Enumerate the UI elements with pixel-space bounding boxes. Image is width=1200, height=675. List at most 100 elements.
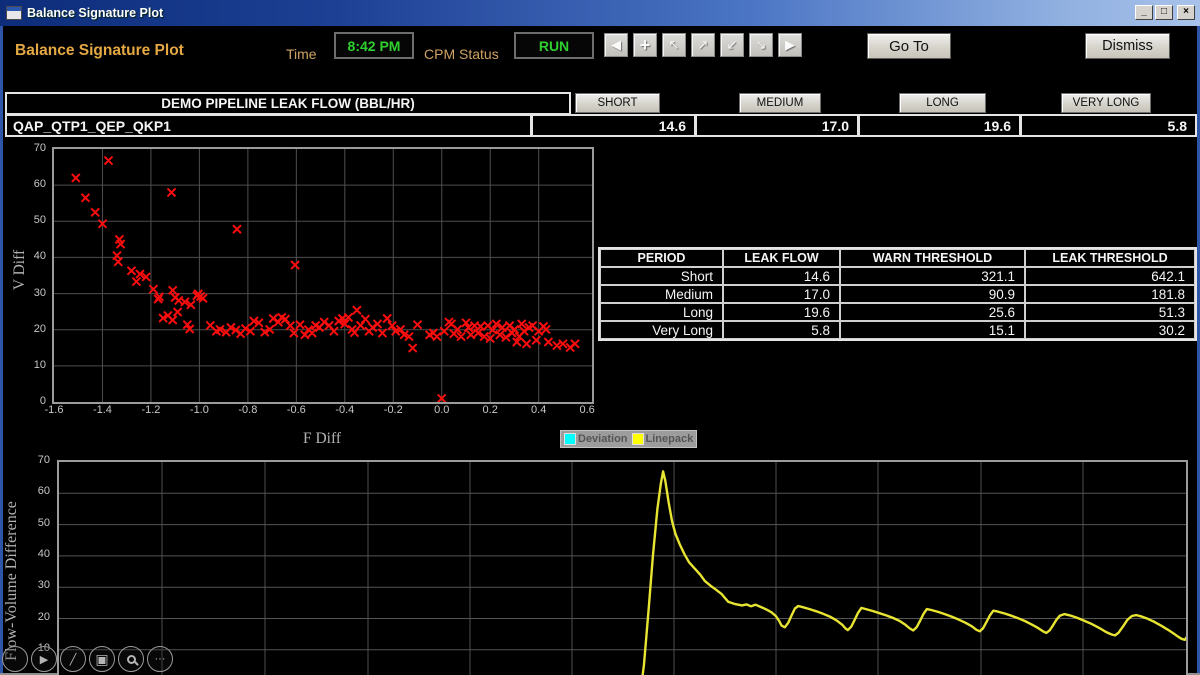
banner-value-0: 14.6	[532, 114, 696, 137]
trend-ytick-40: 40	[24, 548, 50, 560]
scatter-xtick--0.8: -0.8	[228, 404, 268, 416]
title-bar[interactable]: Balance Signature Plot _ □ ×	[0, 0, 1200, 26]
trend-ytick-30: 30	[24, 579, 50, 591]
chart-legend: Deviation Linepack	[560, 430, 697, 448]
arrow-down-right-button[interactable]: ↘	[749, 33, 773, 57]
threshold-cell-3-0: Very Long	[600, 321, 723, 339]
scatter-xtick--0.4: -0.4	[325, 404, 365, 416]
pen-toolbar-button[interactable]: ╱	[60, 646, 86, 672]
threshold-table: PERIODLEAK FLOWWARN THRESHOLDLEAK THRESH…	[598, 247, 1197, 341]
scatter-ytick-70: 70	[20, 142, 46, 154]
flow-volume-trend-plot[interactable]	[57, 460, 1188, 675]
threshold-cell-2-3: 51.3	[1025, 303, 1195, 321]
scatter-x-axis-title: F Diff	[282, 430, 362, 448]
scatter-xtick-0.2: 0.2	[470, 404, 510, 416]
app-header: Balance Signature Plot Time 8:42 PM CPM …	[3, 26, 1197, 90]
threshold-cell-0-2: 321.1	[840, 267, 1025, 285]
arrow-up-right-button[interactable]: ↗	[691, 33, 715, 57]
threshold-header-0: PERIOD	[600, 249, 723, 267]
threshold-cell-1-1: 17.0	[723, 285, 840, 303]
tile-toolbar-button[interactable]: ▣	[89, 646, 115, 672]
close-button[interactable]: ×	[1177, 5, 1195, 20]
banner-value-2: 19.6	[859, 114, 1021, 137]
legend-item-deviation[interactable]: Deviation	[564, 433, 628, 445]
scatter-xtick--0.6: -0.6	[276, 404, 316, 416]
scatter-xtick--0.2: -0.2	[373, 404, 413, 416]
time-label: Time	[286, 46, 317, 62]
threshold-cell-2-2: 25.6	[840, 303, 1025, 321]
threshold-cell-3-3: 30.2	[1025, 321, 1195, 339]
trend-ytick-70: 70	[24, 454, 50, 466]
threshold-cell-1-3: 181.8	[1025, 285, 1195, 303]
deviation-swatch-icon	[564, 433, 576, 445]
dismiss-button[interactable]: Dismiss	[1085, 33, 1170, 59]
trend-y-axis-title: Flow-Volume Difference	[3, 471, 25, 675]
zoom-toolbar-button[interactable]	[118, 646, 144, 672]
threshold-cell-1-0: Medium	[600, 285, 723, 303]
period-button-medium[interactable]: MEDIUM	[739, 93, 821, 113]
window-icon[interactable]	[6, 6, 22, 20]
legend-label: Linepack	[646, 433, 694, 445]
trend-ytick-60: 60	[24, 485, 50, 497]
period-button-long[interactable]: LONG	[899, 93, 986, 113]
arrow-left-button[interactable]: ◀	[604, 33, 628, 57]
period-button-short[interactable]: SHORT	[575, 93, 660, 113]
threshold-cell-1-2: 90.9	[840, 285, 1025, 303]
threshold-header-2: WARN THRESHOLD	[840, 249, 1025, 267]
threshold-cell-3-1: 5.8	[723, 321, 840, 339]
blank-toolbar-button[interactable]	[2, 646, 28, 672]
chart-toolbar: ▶╱▣ ···	[2, 646, 173, 672]
play-toolbar-button[interactable]: ▶	[31, 646, 57, 672]
scatter-xtick--1.4: -1.4	[82, 404, 122, 416]
legend-item-linepack[interactable]: Linepack	[632, 433, 694, 445]
more-toolbar-button[interactable]: ···	[147, 646, 173, 672]
threshold-cell-2-1: 19.6	[723, 303, 840, 321]
banner-value-3: 5.8	[1021, 114, 1197, 137]
scatter-xtick--1.2: -1.2	[131, 404, 171, 416]
trend-ytick-20: 20	[24, 611, 50, 623]
page-title: Balance Signature Plot	[15, 42, 184, 60]
signature-scatter-plot[interactable]	[52, 147, 594, 404]
threshold-cell-0-0: Short	[600, 267, 723, 285]
cpm-status-label: CPM Status	[424, 46, 499, 62]
threshold-cell-2-0: Long	[600, 303, 723, 321]
legend-label: Deviation	[578, 433, 628, 445]
period-button-very-long[interactable]: VERY LONG	[1061, 93, 1151, 113]
trend-ytick-50: 50	[24, 517, 50, 529]
scatter-points	[72, 157, 579, 402]
threshold-cell-0-1: 14.6	[723, 267, 840, 285]
balance-signature-plot-window: Balance Signature Plot _ □ × Balance Sig…	[0, 0, 1200, 675]
linepack-line	[639, 471, 1186, 675]
scatter-ytick-50: 50	[20, 214, 46, 226]
banner-title: DEMO PIPELINE LEAK FLOW (BBL/HR)	[5, 92, 571, 115]
scatter-xtick--1.6: -1.6	[34, 404, 74, 416]
cpm-status-value-box: RUN	[514, 32, 594, 59]
go-to-button[interactable]: Go To	[867, 33, 951, 59]
scatter-y-axis-title: V Diff	[11, 230, 29, 310]
arrow-up-left-button[interactable]: ↖	[662, 33, 686, 57]
scatter-ytick-20: 20	[20, 323, 46, 335]
scatter-ytick-60: 60	[20, 178, 46, 190]
scatter-ytick-10: 10	[20, 359, 46, 371]
scatter-xtick-0.0: 0.0	[422, 404, 462, 416]
move-button[interactable]: +	[633, 33, 657, 57]
threshold-cell-3-2: 15.1	[840, 321, 1025, 339]
minimize-button[interactable]: _	[1135, 5, 1153, 20]
navigation-buttons: ◀+↖↗↙↘▶	[604, 33, 802, 57]
threshold-header-3: LEAK THRESHOLD	[1025, 249, 1195, 267]
time-value-box: 8:42 PM	[334, 32, 414, 59]
meter-group-name: QAP_QTP1_QEP_QKP1	[5, 114, 532, 137]
maximize-button[interactable]: □	[1155, 5, 1173, 20]
arrow-right-button[interactable]: ▶	[778, 33, 802, 57]
threshold-header-1: LEAK FLOW	[723, 249, 840, 267]
window-title: Balance Signature Plot	[27, 6, 163, 20]
leak-flow-banner: DEMO PIPELINE LEAK FLOW (BBL/HR) SHORT ME…	[5, 92, 1197, 137]
scatter-xtick-0.4: 0.4	[519, 404, 559, 416]
magnifier-icon	[127, 655, 136, 664]
scatter-xtick--1.0: -1.0	[179, 404, 219, 416]
arrow-down-left-button[interactable]: ↙	[720, 33, 744, 57]
banner-value-1: 17.0	[696, 114, 859, 137]
threshold-cell-0-3: 642.1	[1025, 267, 1195, 285]
linepack-swatch-icon	[632, 433, 644, 445]
scatter-xtick-0.6: 0.6	[567, 404, 607, 416]
